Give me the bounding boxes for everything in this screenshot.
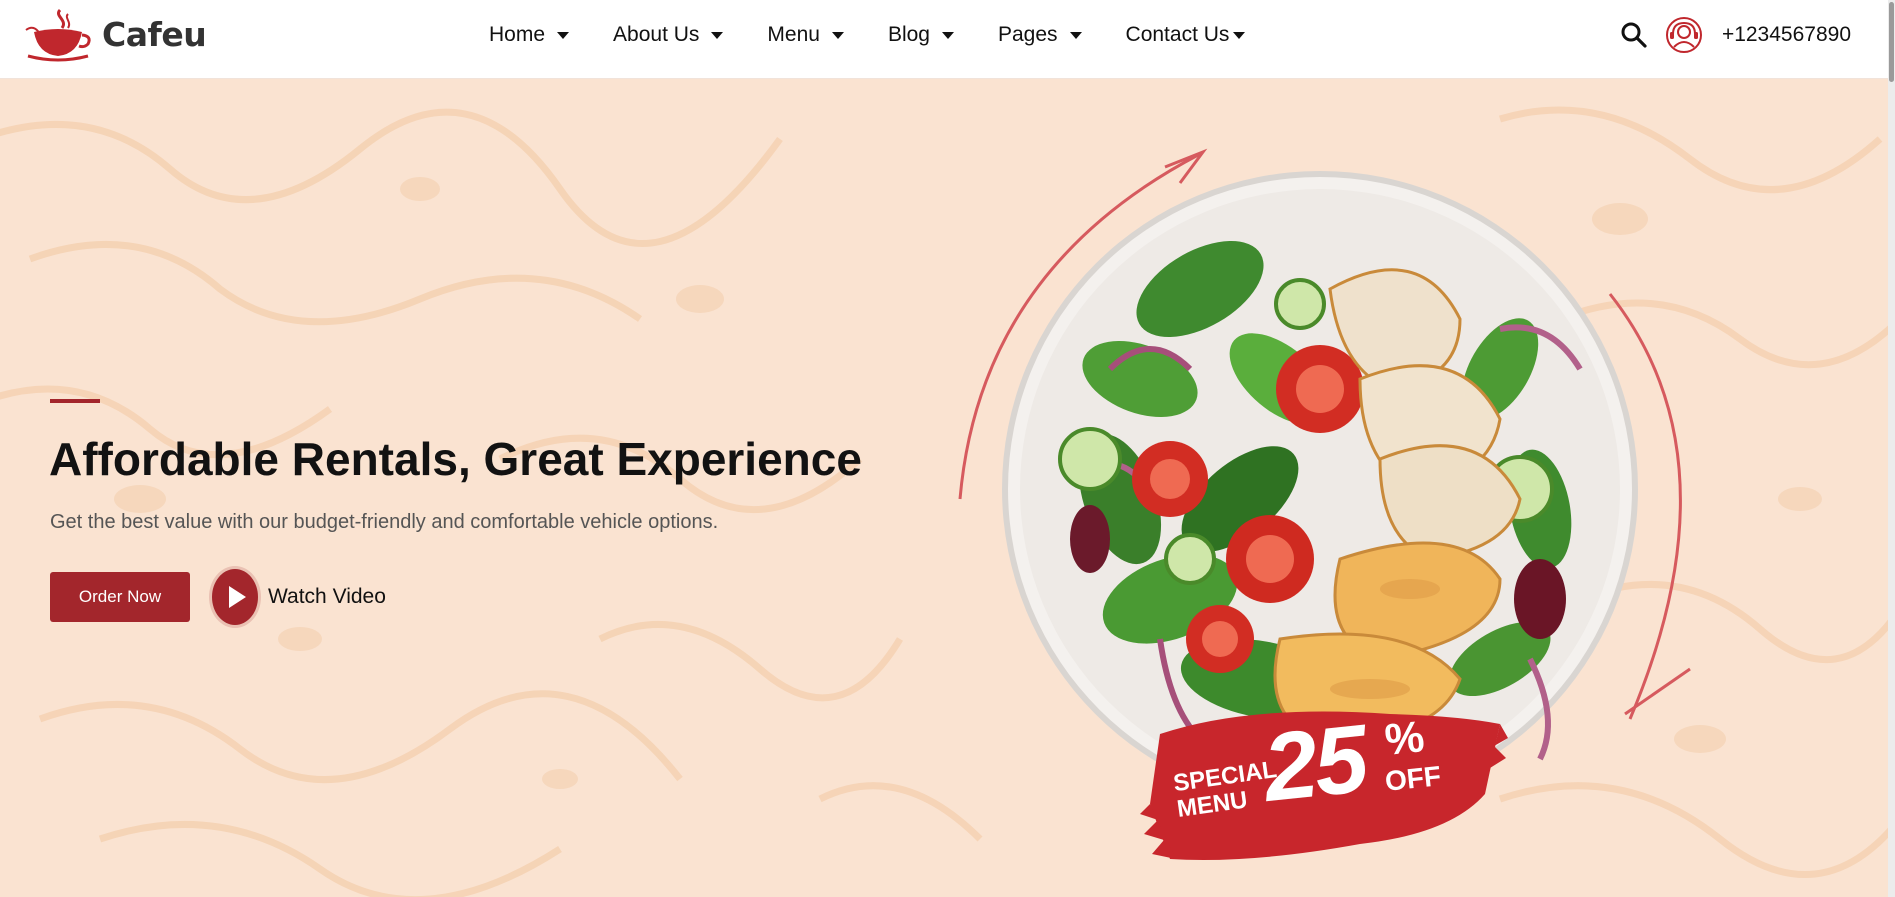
caret-down-icon bbox=[1069, 31, 1082, 39]
nav-item-contact-us[interactable]: Contact Us bbox=[1126, 23, 1246, 47]
nav-item-menu[interactable]: Menu bbox=[767, 23, 844, 47]
brand-name: Cafeu bbox=[102, 14, 207, 54]
support-agent-icon[interactable] bbox=[1664, 15, 1704, 55]
hero-section: Affordable Rentals, Great Experience Get… bbox=[0, 79, 1895, 897]
hero-subtitle: Get the best value with our budget-frien… bbox=[50, 511, 719, 533]
nav-item-blog[interactable]: Blog bbox=[888, 23, 954, 47]
brand-logo[interactable]: Cafeu bbox=[24, 6, 207, 62]
phone-number[interactable]: +1234567890 bbox=[1722, 23, 1851, 47]
nav-item-home[interactable]: Home bbox=[489, 23, 570, 47]
caret-down-icon bbox=[557, 31, 570, 39]
badge-discount-number: 25 bbox=[1258, 705, 1371, 822]
nav-item-about-us[interactable]: About Us bbox=[613, 23, 724, 47]
badge-percent-sign: % bbox=[1382, 712, 1427, 765]
nav-item-label: Contact Us bbox=[1125, 23, 1230, 46]
site-header: Cafeu Home About Us Menu Blog Pages Cont… bbox=[0, 0, 1895, 79]
watch-video-label: Watch Video bbox=[268, 585, 386, 608]
order-now-button[interactable]: Order Now bbox=[50, 572, 190, 622]
caret-down-icon bbox=[941, 31, 954, 39]
caret-down-icon bbox=[711, 31, 724, 39]
badge-off-text: OFF bbox=[1383, 760, 1443, 797]
nav-item-label: Blog bbox=[887, 23, 930, 46]
watch-video-button[interactable]: Watch Video bbox=[212, 569, 386, 625]
nav-item-pages[interactable]: Pages bbox=[998, 23, 1082, 47]
nav-item-label: Menu bbox=[767, 23, 820, 46]
hero-title: Affordable Rentals, Great Experience bbox=[49, 433, 862, 485]
coffee-cup-logo-icon bbox=[25, 8, 91, 62]
nav-item-label: About Us bbox=[613, 23, 700, 46]
nav-item-label: Pages bbox=[997, 23, 1058, 46]
search-icon[interactable] bbox=[1620, 21, 1648, 49]
play-icon bbox=[212, 569, 258, 625]
main-nav: Home About Us Menu Blog Pages Contact Us bbox=[489, 0, 1246, 70]
scrollbar-thumb[interactable] bbox=[1889, 2, 1894, 82]
nav-item-label: Home bbox=[489, 23, 546, 46]
header-actions: +1234567890 bbox=[1620, 0, 1851, 70]
caret-down-icon bbox=[831, 31, 844, 39]
hero-accent-line bbox=[50, 399, 100, 403]
page-scrollbar[interactable] bbox=[1888, 0, 1895, 897]
caret-down-icon bbox=[1233, 31, 1246, 39]
